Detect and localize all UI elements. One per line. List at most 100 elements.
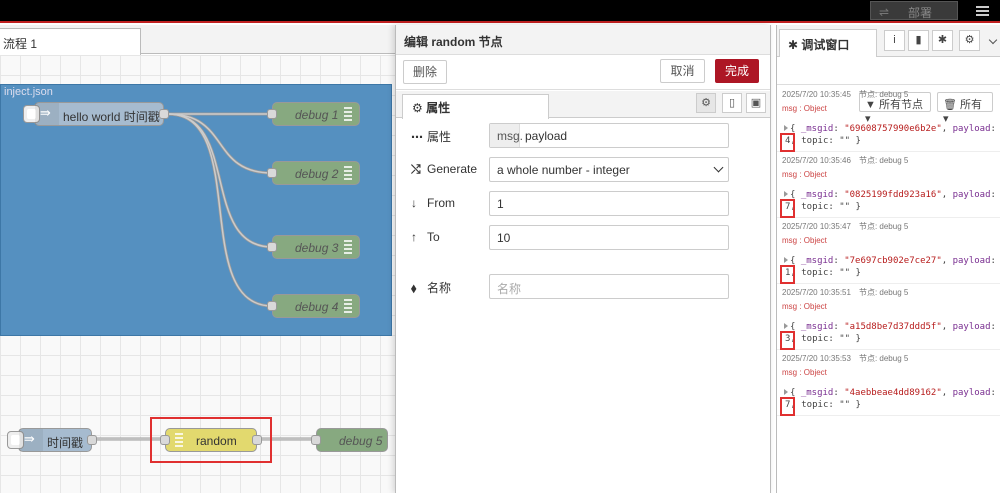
message-object-cont: 3, topic: "" }: [785, 334, 861, 344]
input-port[interactable]: [267, 242, 277, 252]
tab-config[interactable]: ⚙: [959, 30, 980, 51]
message-object[interactable]: { _msgid: "7e697cb902e7ce27", payload:: [784, 256, 996, 266]
gear-icon: ⚙: [701, 97, 711, 109]
done-button[interactable]: 完成: [715, 59, 759, 83]
message-meta: 2025/7/20 10:35:53 节点: debug 5: [782, 353, 908, 364]
to-input[interactable]: 10: [489, 225, 729, 250]
inject-node[interactable]: ⇛ 时间戳: [7, 428, 97, 452]
message-meta: 2025/7/20 10:35:51 节点: debug 5: [782, 287, 908, 298]
to-row: ↑ To 10: [411, 225, 741, 251]
msgid-value: 69608757990e6b2e: [849, 124, 937, 134]
output-port[interactable]: [87, 435, 97, 445]
to-label: To: [427, 230, 440, 244]
inject-icon: ⇛: [24, 431, 35, 446]
debug-icon: [344, 240, 352, 254]
debug-node[interactable]: debug 1: [267, 102, 360, 126]
debug-message[interactable]: 2025/7/20 10:35:46 节点: debug 5 msg : Objec…: [777, 152, 1000, 218]
property-input[interactable]: msg. payload: [489, 123, 729, 148]
from-row: ↓ From 1: [411, 191, 741, 217]
file-icon: ▯: [728, 97, 736, 109]
sidebar-tabs: ✱ 调试窗口 i ▮ ✱ ⚙: [777, 25, 1000, 57]
message-meta: 2025/7/20 10:35:47 节点: debug 5: [782, 221, 908, 232]
payload-highlight: [780, 199, 795, 218]
expand-icon: [784, 323, 788, 329]
message-object[interactable]: { _msgid: "69608757990e6b2e", payload:: [784, 124, 996, 134]
expand-icon: [784, 125, 788, 131]
msgid-value: 4aebbeae4dd89162: [849, 388, 937, 398]
generate-select[interactable]: a whole number - integer: [489, 157, 729, 182]
message-type: msg : Object: [782, 368, 827, 377]
node-label: debug 1: [295, 108, 339, 122]
message-time: 2025/7/20 10:35:51: [782, 288, 851, 297]
delete-button[interactable]: 删除: [403, 60, 447, 84]
tab-properties[interactable]: ⚙ 属性: [402, 94, 549, 119]
message-meta: 2025/7/20 10:35:46 节点: debug 5: [782, 155, 908, 166]
gear-icon: ⚙: [964, 34, 975, 46]
menu-icon: [976, 6, 989, 8]
chevron-down-icon[interactable]: [988, 35, 998, 45]
flow-canvas[interactable]: inject.json ⇛ hello world 时间戳 debug 1 de…: [0, 55, 395, 493]
tab-flow-1[interactable]: 流程 1: [0, 28, 141, 55]
deploy-button[interactable]: ⇌ 部署: [870, 1, 958, 20]
info-icon: i: [893, 34, 896, 46]
tray-toolbar: 删除 取消 完成: [396, 56, 770, 90]
tab-description[interactable]: ▯: [722, 93, 742, 113]
output-port[interactable]: [159, 109, 169, 119]
message-type: msg : Object: [782, 170, 827, 179]
message-object-cont: 4, topic: "" }: [785, 136, 861, 146]
debug-message[interactable]: 2025/7/20 10:35:47 节点: debug 5 msg : Objec…: [777, 218, 1000, 284]
message-type: msg : Object: [782, 104, 827, 113]
tab-info[interactable]: i: [884, 30, 905, 51]
tab-help[interactable]: ▮: [908, 30, 929, 51]
input-port[interactable]: [267, 109, 277, 119]
name-label: 名称: [427, 281, 452, 295]
workspace-tabbar: 流程 1: [0, 25, 395, 55]
tab-debug-alt[interactable]: ✱: [932, 30, 953, 51]
ellipsis-icon: ⋯: [411, 130, 423, 144]
message-meta: 2025/7/20 10:35:45 节点: debug 5: [782, 89, 908, 100]
input-port[interactable]: [311, 435, 321, 445]
edit-tray: 编辑 random 节点 删除 取消 完成 ⚙ 属性 ⚙ ▯ ▣ ⋯ 属性 msg…: [395, 25, 771, 493]
book-icon: ▮: [915, 34, 922, 46]
arrow-down-icon: ↓: [411, 196, 417, 210]
workspace: 流程 1 inject.json ⇛ hello world 时间戳 debug…: [0, 25, 395, 493]
property-value: payload: [525, 129, 568, 143]
payload-highlight: [780, 331, 795, 350]
debug-message[interactable]: 2025/7/20 10:35:51 节点: debug 5 msg : Objec…: [777, 284, 1000, 350]
input-port[interactable]: [267, 301, 277, 311]
input-port[interactable]: [267, 168, 277, 178]
debug-icon: [344, 107, 352, 121]
message-object[interactable]: { _msgid: "0825199fdd923a16", payload:: [784, 190, 996, 200]
msg-type-selector[interactable]: msg.: [490, 124, 523, 147]
payload-highlight: [780, 265, 795, 284]
tab-debug[interactable]: ✱ 调试窗口: [779, 29, 877, 57]
from-input[interactable]: 1: [489, 191, 729, 216]
debug-node[interactable]: debug 5: [311, 428, 388, 452]
inject-node[interactable]: ⇛ hello world 时间戳: [23, 102, 169, 126]
message-object[interactable]: { _msgid: "a15d8be7d37ddd5f", payload:: [784, 322, 996, 332]
debug-sidebar: ✱ 调试窗口 i ▮ ✱ ⚙ ▼ 所有节点 ▾ 🗑 所有 ▾ 2025/7/20…: [776, 25, 1000, 493]
debug-message[interactable]: 2025/7/20 10:35:53 节点: debug 5 msg : Objec…: [777, 350, 1000, 416]
editor-tabs: ⚙ 属性 ⚙ ▯ ▣: [396, 91, 770, 119]
message-node: 节点: debug 5: [858, 156, 909, 165]
deploy-label: 部署: [908, 6, 933, 20]
tab-appearance[interactable]: ▣: [746, 93, 766, 113]
msgid-value: 0825199fdd923a16: [849, 190, 937, 200]
msgid-value: a15d8be7d37ddd5f: [849, 322, 937, 332]
name-input[interactable]: 名称: [489, 274, 729, 299]
generate-label: Generate: [427, 162, 478, 176]
debug-node[interactable]: debug 2: [267, 161, 360, 185]
debug-message[interactable]: 2025/7/20 10:35:45 节点: debug 5 msg : Objec…: [777, 86, 1000, 152]
tab-settings[interactable]: ⚙: [696, 93, 716, 113]
main-menu-button[interactable]: [964, 1, 1000, 21]
tab-properties-label: 属性: [426, 101, 451, 115]
node-label: debug 5: [339, 434, 383, 448]
debug-node[interactable]: debug 4: [267, 294, 360, 318]
debug-icon: [344, 166, 352, 180]
node-label: hello world 时间戳: [63, 110, 160, 124]
debug-node[interactable]: debug 3: [267, 235, 360, 259]
message-object[interactable]: { _msgid: "4aebbeae4dd89162", payload:: [784, 388, 996, 398]
cancel-button[interactable]: 取消: [660, 59, 705, 83]
message-node: 节点: debug 5: [858, 90, 909, 99]
property-label: 属性: [427, 130, 452, 144]
